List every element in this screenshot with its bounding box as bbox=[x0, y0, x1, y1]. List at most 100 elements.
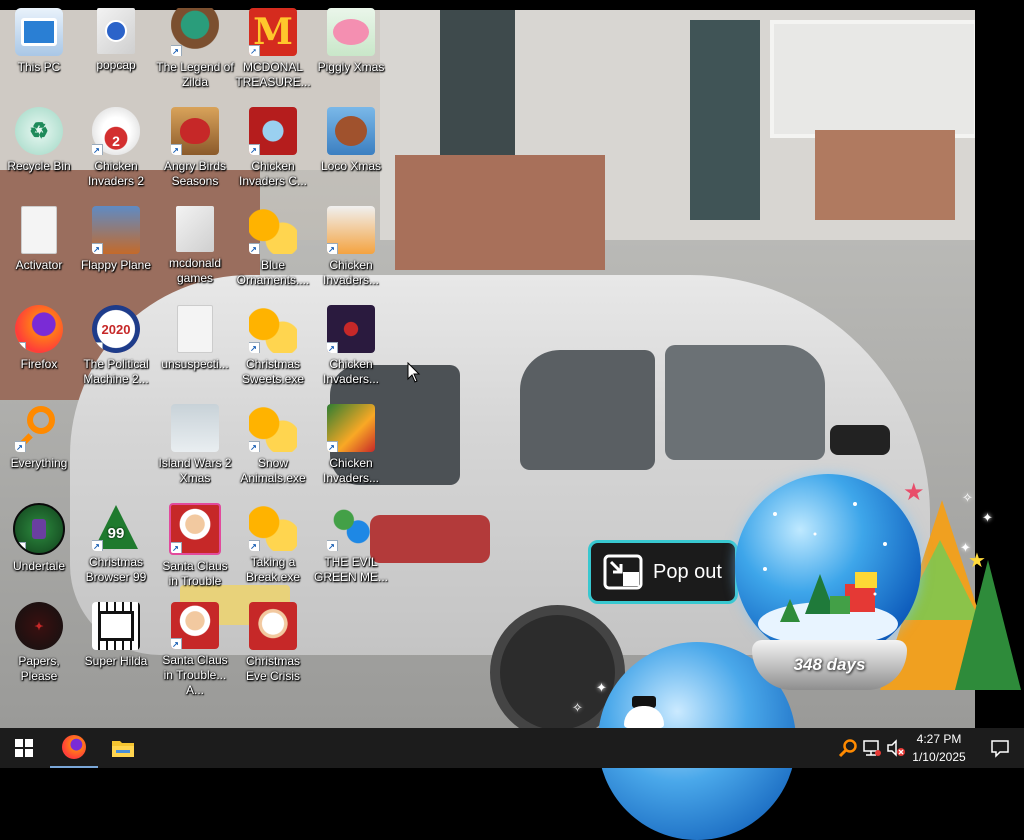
desktop-icon-undertale[interactable]: ↗ Undertale bbox=[0, 503, 78, 599]
clock-time: 4:27 PM bbox=[916, 732, 962, 746]
tree-icon: 99 ↗ bbox=[92, 503, 140, 551]
desktop-icon-mcdonald-treasure[interactable]: M ↗ MCDONAL TREASURE... bbox=[234, 8, 312, 104]
desktop-icon-everything[interactable]: ↗ Everything bbox=[0, 404, 78, 500]
taskbar-firefox-button[interactable] bbox=[50, 728, 98, 768]
shortcut-arrow-icon: ↗ bbox=[15, 342, 26, 353]
wallpaper-door bbox=[690, 20, 760, 220]
taskbar-file-explorer-button[interactable] bbox=[99, 728, 147, 768]
shortcut-arrow-icon: ↗ bbox=[171, 542, 182, 553]
desktop-icon-christmas-browser[interactable]: 99 ↗ Christmas Browser 99 bbox=[77, 503, 155, 599]
mouse-cursor-icon bbox=[407, 362, 421, 383]
desktop-icon-angry-birds-seasons[interactable]: ↗ Angry Birds Seasons bbox=[156, 107, 234, 203]
everything-search-tray-icon[interactable] bbox=[838, 738, 858, 758]
desktop-icon-activator[interactable]: Activator bbox=[0, 206, 78, 302]
volume-muted-tray-icon[interactable] bbox=[886, 738, 906, 758]
shortcut-arrow-icon: ↗ bbox=[249, 342, 260, 353]
action-center-button[interactable] bbox=[976, 728, 1024, 768]
desktop-icon-label: Blue Ornaments.... bbox=[236, 258, 310, 287]
days-counter: 348 days bbox=[793, 655, 866, 674]
shortcut-arrow-icon: ↗ bbox=[249, 441, 260, 452]
desktop-icon-recycle-bin[interactable]: ♻ Recycle Bin bbox=[0, 107, 78, 203]
sparkle-icon: ✧ bbox=[962, 490, 973, 505]
shortcut-arrow-icon: ↗ bbox=[92, 144, 103, 155]
desktop-icon-legend-of-zilda[interactable]: ↗ The Legend of Zilda bbox=[156, 8, 234, 104]
desktop-icon-chicken-invaders-4[interactable]: ↗ Chicken Invaders... bbox=[312, 305, 390, 401]
santa-icon: ↗ bbox=[169, 503, 221, 555]
game-icon: ↗ bbox=[171, 8, 219, 56]
desktop-icon-santa-claus-in-trouble-again[interactable]: ↗ Santa Claus in Trouble... A... bbox=[156, 602, 234, 698]
puzzle-icon: ↗ bbox=[249, 404, 297, 452]
desktop-icon-chicken-invaders-2[interactable]: 2 ↗ Chicken Invaders 2 bbox=[77, 107, 155, 203]
desktop-icon-label: Taking a Break.exe bbox=[245, 555, 301, 584]
undertale-icon: ↗ bbox=[13, 503, 65, 555]
folder-icon bbox=[97, 8, 135, 54]
wallpaper-car-window bbox=[520, 350, 655, 470]
shortcut-arrow-icon: ↗ bbox=[92, 243, 103, 254]
desktop-icon-chicken-invaders-5[interactable]: ↗ Chicken Invaders... bbox=[312, 404, 390, 500]
desktop-icon-label: unsuspecti... bbox=[161, 357, 229, 371]
file-icon bbox=[177, 305, 213, 353]
file-icon bbox=[21, 206, 57, 254]
desktop-icon-blue-ornaments[interactable]: ↗ Blue Ornaments.... bbox=[234, 206, 312, 302]
desktop-icon-island-wars[interactable]: Island Wars 2 Xmas bbox=[156, 404, 234, 500]
desktop-icon-loco-xmas[interactable]: Loco Xmas bbox=[312, 107, 390, 203]
desktop-icon-chicken-invaders-c[interactable]: ↗ Chicken Invaders C... bbox=[234, 107, 312, 203]
desktop-icon-taking-a-break[interactable]: ↗ Taking a Break.exe bbox=[234, 503, 312, 599]
desktop-icon-evil-green-messenger[interactable]: ↗ THE EVIL GREEN ME... bbox=[312, 503, 390, 599]
desktop-icon-label: Christmas Browser 99 bbox=[85, 555, 147, 584]
shortcut-arrow-icon: ↗ bbox=[249, 45, 260, 56]
desktop-icon-label: Snow Animals.exe bbox=[240, 456, 306, 485]
desktop-icon-political-machine[interactable]: 2020 ↗ The Political Machine 2... bbox=[77, 305, 155, 401]
snow-globe-base: 348 days bbox=[752, 640, 907, 690]
desktop-icon-super-hilda[interactable]: Super Hilda bbox=[77, 602, 155, 698]
sparkle-icon: ✧ bbox=[572, 700, 583, 715]
snow-globe-gadget[interactable] bbox=[735, 474, 921, 660]
chicken-icon: ↗ bbox=[327, 404, 375, 452]
shortcut-arrow-icon: ↗ bbox=[92, 342, 103, 353]
desktop-icon-christmas-eve-crisis[interactable]: Christmas Eve Crisis bbox=[234, 602, 312, 698]
sparkle-icon: ✦ bbox=[982, 510, 993, 525]
puzzle-icon: ↗ bbox=[249, 206, 297, 254]
network-tray-icon[interactable] bbox=[862, 738, 882, 758]
shortcut-arrow-icon: ↗ bbox=[171, 45, 182, 56]
shortcut-arrow-icon: ↗ bbox=[249, 144, 260, 155]
desktop-icon-label: Santa Claus in Trouble bbox=[162, 559, 228, 588]
election-icon: 2020 ↗ bbox=[92, 305, 140, 353]
desktop-icon-snow-animals[interactable]: ↗ Snow Animals.exe bbox=[234, 404, 312, 500]
pop-out-button[interactable]: Pop out bbox=[588, 540, 738, 604]
network-icon bbox=[863, 740, 881, 756]
pig-icon bbox=[327, 8, 375, 56]
shortcut-arrow-icon: ↗ bbox=[15, 441, 26, 452]
desktop-icon-flappy-plane[interactable]: ↗ Flappy Plane bbox=[77, 206, 155, 302]
shortcut-arrow-icon: ↗ bbox=[15, 542, 26, 553]
desktop-icon-this-pc[interactable]: This PC bbox=[0, 8, 78, 104]
desktop-icon-label: Angry Birds Seasons bbox=[163, 159, 227, 188]
pixel-dog-icon bbox=[92, 602, 140, 650]
desktop-icon-label: Christmas Sweets.exe bbox=[241, 357, 305, 386]
desktop-icon-label: Papers, Please bbox=[18, 654, 60, 683]
desktop-icon-label: Chicken Invaders C... bbox=[238, 159, 308, 188]
folder-icon bbox=[176, 206, 214, 252]
pop-out-icon bbox=[603, 554, 643, 590]
desktop-icon-piggly-xmas[interactable]: Piggly Xmas bbox=[312, 8, 390, 104]
desktop-icon-unsuspecting[interactable]: unsuspecti... bbox=[156, 305, 234, 401]
desktop-icon-mcdonald-games[interactable]: mcdonald games bbox=[156, 206, 234, 302]
search-icon bbox=[838, 739, 857, 758]
bear-icon bbox=[327, 107, 375, 155]
desktop-icon-popcap[interactable]: popcap bbox=[77, 8, 155, 104]
desktop-icon-label: Island Wars 2 Xmas bbox=[158, 456, 232, 485]
firefox-icon: ↗ bbox=[15, 305, 63, 353]
chicken-icon: ↗ bbox=[249, 107, 297, 155]
desktop-icon-label: Everything bbox=[10, 456, 68, 470]
desktop-icon-firefox[interactable]: ↗ Firefox bbox=[0, 305, 78, 401]
taskbar-clock[interactable]: 4:27 PM 1/10/2025 bbox=[906, 730, 972, 766]
island-icon bbox=[171, 404, 219, 452]
start-button[interactable] bbox=[0, 728, 48, 768]
pop-out-label: Pop out bbox=[653, 560, 722, 583]
desktop-icon-christmas-sweets[interactable]: ↗ Christmas Sweets.exe bbox=[234, 305, 312, 401]
desktop-icon-label: Chicken Invaders... bbox=[322, 258, 380, 287]
desktop-icon-santa-claus-in-trouble[interactable]: ↗ Santa Claus in Trouble bbox=[156, 503, 234, 599]
wallpaper-window bbox=[770, 20, 975, 138]
desktop-icon-chicken-invaders-3[interactable]: ↗ Chicken Invaders... bbox=[312, 206, 390, 302]
desktop-icon-papers-please[interactable]: ✦ Papers, Please bbox=[0, 602, 78, 698]
